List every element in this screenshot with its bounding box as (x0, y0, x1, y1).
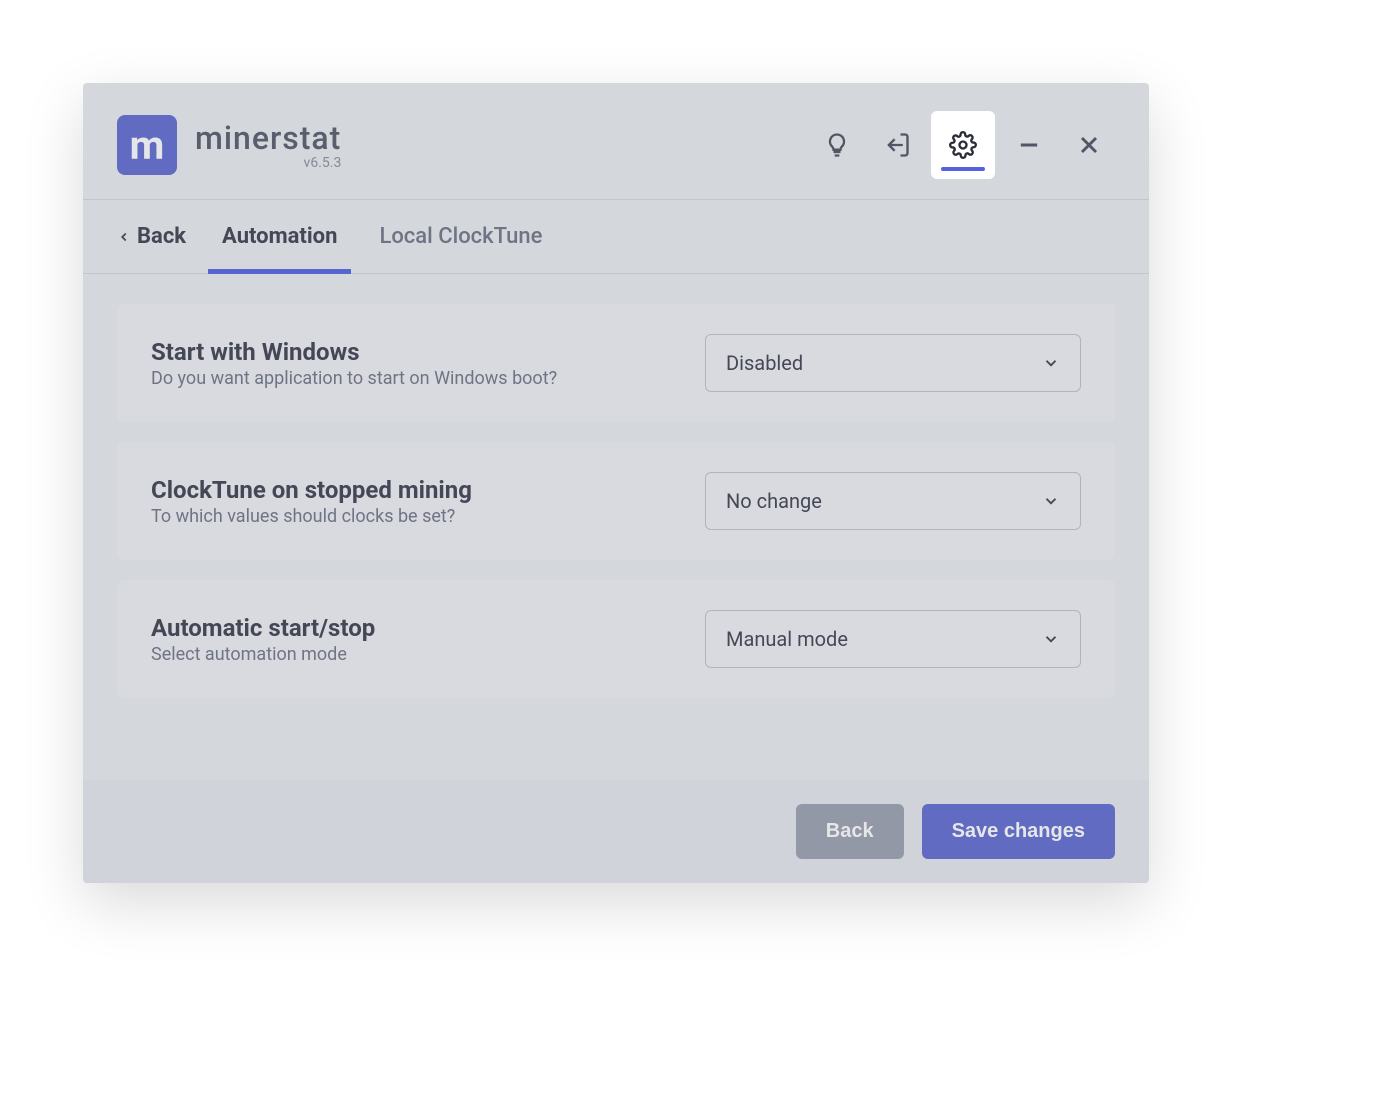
save-button[interactable]: Save changes (922, 804, 1115, 859)
header-actions (811, 111, 1115, 179)
settings-button[interactable] (931, 111, 995, 179)
brand-name: minerstat (195, 119, 341, 157)
minimize-button[interactable] (1003, 115, 1055, 175)
setting-text: Start with Windows Do you want applicati… (151, 338, 675, 389)
back-button[interactable]: Back (796, 804, 904, 859)
setting-text: Automatic start/stop Select automation m… (151, 614, 675, 665)
tab-automation[interactable]: Automation (216, 200, 343, 273)
setting-subtitle: Select automation mode (151, 644, 675, 665)
chevron-down-icon (1042, 492, 1060, 510)
logout-button[interactable] (871, 115, 923, 175)
minimize-icon (1015, 131, 1043, 159)
tab-local-clocktune[interactable]: Local ClockTune (373, 200, 548, 273)
setting-auto-start-stop: Automatic start/stop Select automation m… (117, 580, 1115, 698)
logo: m (117, 115, 177, 175)
lightbulb-icon (823, 131, 851, 159)
close-button[interactable] (1063, 115, 1115, 175)
header: m minerstat v6.5.3 (83, 83, 1149, 200)
content: Start with Windows Do you want applicati… (83, 274, 1149, 780)
setting-text: ClockTune on stopped mining To which val… (151, 476, 675, 527)
tabs-bar: Back Automation Local ClockTune (83, 200, 1149, 274)
brand-text: minerstat v6.5.3 (195, 119, 341, 171)
gear-icon (949, 131, 977, 159)
brand-version: v6.5.3 (195, 155, 341, 171)
back-label: Back (137, 224, 186, 249)
close-icon (1075, 131, 1103, 159)
setting-clocktune-stopped: ClockTune on stopped mining To which val… (117, 442, 1115, 560)
chevron-down-icon (1042, 630, 1060, 648)
select-value: No change (726, 489, 822, 513)
setting-title: Start with Windows (151, 338, 675, 366)
brand: m minerstat v6.5.3 (117, 115, 341, 175)
back-nav[interactable]: Back (117, 200, 186, 273)
select-value: Manual mode (726, 627, 848, 651)
help-button[interactable] (811, 115, 863, 175)
select-start-with-windows[interactable]: Disabled (705, 334, 1081, 392)
setting-subtitle: To which values should clocks be set? (151, 506, 675, 527)
chevron-down-icon (1042, 354, 1060, 372)
select-value: Disabled (726, 351, 803, 375)
setting-subtitle: Do you want application to start on Wind… (151, 368, 675, 389)
setting-title: Automatic start/stop (151, 614, 675, 642)
app-window: m minerstat v6.5.3 (83, 83, 1149, 883)
setting-start-with-windows: Start with Windows Do you want applicati… (117, 304, 1115, 422)
logout-icon (883, 131, 911, 159)
footer: Back Save changes (83, 780, 1149, 883)
setting-title: ClockTune on stopped mining (151, 476, 675, 504)
logo-letter: m (130, 122, 165, 169)
chevron-left-icon (117, 230, 131, 244)
select-clocktune-stopped[interactable]: No change (705, 472, 1081, 530)
select-auto-start-stop[interactable]: Manual mode (705, 610, 1081, 668)
